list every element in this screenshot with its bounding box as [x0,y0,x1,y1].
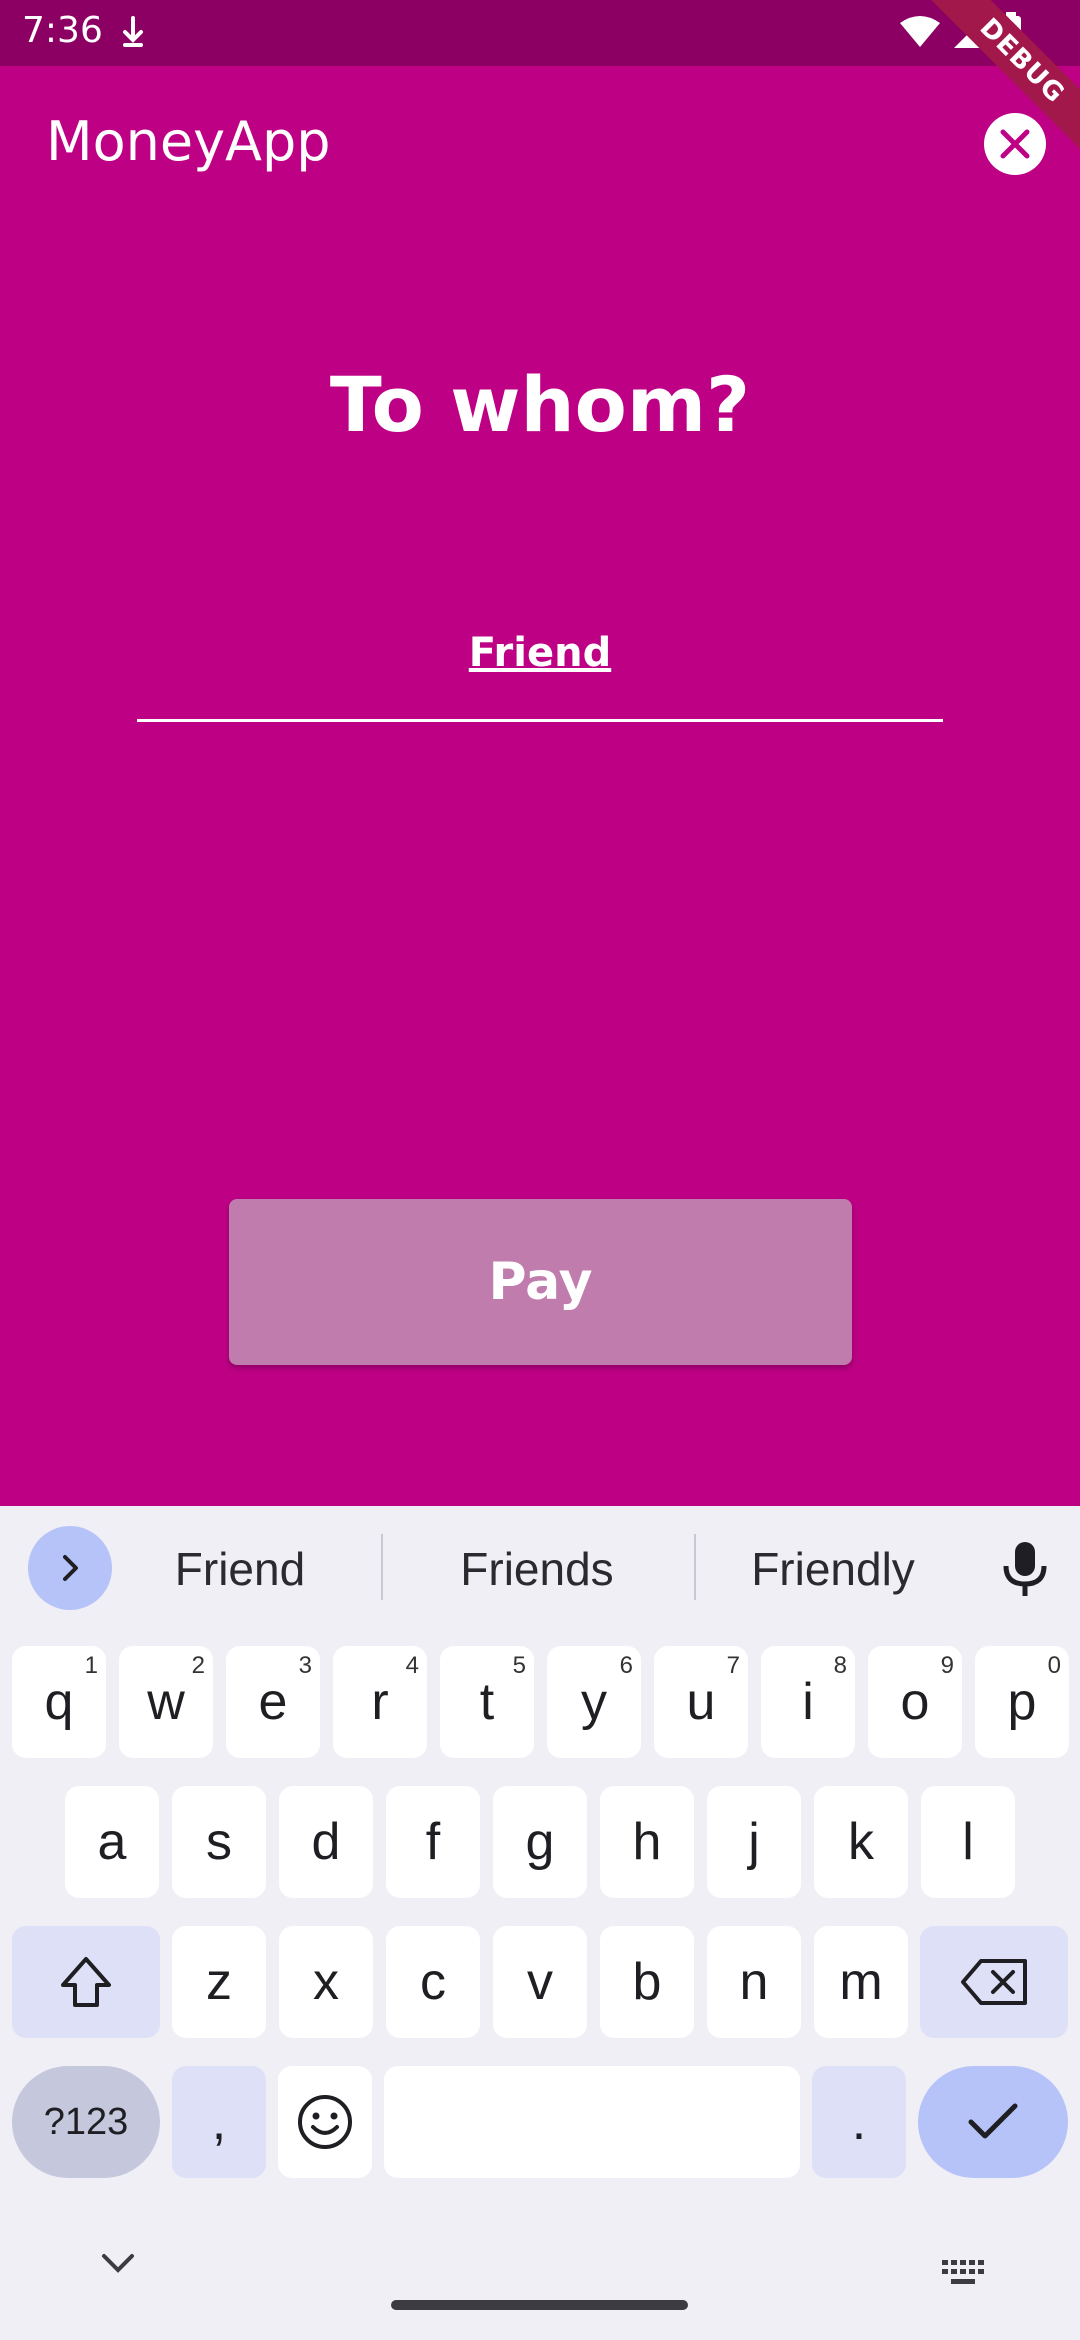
key-i[interactable]: i8 [761,1646,855,1758]
soft-keyboard: Friend Friends Friendly q1w2e3r4t5y6u7i8… [0,1506,1080,2340]
key-label: x [313,1953,339,2011]
space-key[interactable] [384,2066,800,2178]
shift-icon [61,1957,111,2007]
key-label: h [632,1813,662,1871]
recipient-input[interactable]: Friend [137,616,943,722]
recipient-input-value: Friend [468,630,612,676]
key-hint: 1 [84,1652,98,1679]
key-b[interactable]: b [600,1926,694,2038]
key-label: f [425,1813,441,1871]
pay-button[interactable]: Pay [229,1199,852,1365]
emoji-icon [298,2095,352,2149]
key-label: w [147,1673,185,1731]
suggestion-divider [381,1534,383,1600]
key-hint: 0 [1047,1652,1061,1679]
done-key[interactable] [918,2066,1068,2178]
symbols-key[interactable]: ?123 [12,2066,160,2178]
key-hint: 4 [405,1652,419,1679]
comma-key[interactable]: , [172,2066,266,2178]
key-label: y [581,1673,607,1731]
key-z[interactable]: z [172,1926,266,2038]
key-hint: 9 [940,1652,954,1679]
key-hint: 6 [619,1652,633,1679]
status-bar: 7:36 [0,0,1080,66]
key-q[interactable]: q1 [12,1646,106,1758]
page-heading: To whom? [329,360,751,449]
key-g[interactable]: g [493,1786,587,1898]
key-label: k [848,1813,874,1871]
backspace-icon [961,1959,1027,2005]
key-a[interactable]: a [65,1786,159,1898]
app-title: MoneyApp [46,110,331,173]
home-indicator[interactable] [391,2300,688,2310]
key-label: d [311,1813,341,1871]
key-label: s [206,1813,232,1871]
key-y[interactable]: y6 [547,1646,641,1758]
key-label: q [44,1673,74,1731]
key-v[interactable]: v [493,1926,587,2038]
key-label: m [839,1953,883,2011]
close-button[interactable] [984,113,1046,175]
key-label: t [479,1673,495,1731]
key-x[interactable]: x [279,1926,373,2038]
key-label: r [371,1673,389,1731]
key-label: l [962,1813,974,1871]
key-label: u [686,1673,716,1731]
key-r[interactable]: r4 [333,1646,427,1758]
key-hint: 2 [191,1652,205,1679]
key-f[interactable]: f [386,1786,480,1898]
chevron-right-icon [63,1555,78,1581]
key-hint: 5 [512,1652,526,1679]
key-c[interactable]: c [386,1926,480,2038]
shift-key[interactable] [12,1926,160,2038]
key-label: i [802,1673,814,1731]
key-n[interactable]: n [707,1926,801,2038]
key-label: a [97,1813,127,1871]
key-label: p [1007,1673,1037,1731]
key-hint: 7 [726,1652,740,1679]
key-m[interactable]: m [814,1926,908,2038]
key-hint: 8 [833,1652,847,1679]
status-time: 7:36 [22,10,103,51]
key-label: v [527,1953,553,2011]
microphone-icon[interactable] [1000,1540,1050,1598]
suggestion-expand-button[interactable] [28,1526,112,1610]
period-key[interactable]: . [812,2066,906,2178]
key-label: c [420,1953,446,2011]
hide-keyboard-icon[interactable] [98,2250,138,2276]
key-l[interactable]: l [921,1786,1015,1898]
key-t[interactable]: t5 [440,1646,534,1758]
key-p[interactable]: p0 [975,1646,1069,1758]
key-label: g [525,1813,555,1871]
keyboard-switch-icon[interactable] [940,2258,986,2288]
key-k[interactable]: k [814,1786,908,1898]
key-label: j [748,1813,760,1871]
key-h[interactable]: h [600,1786,694,1898]
key-w[interactable]: w2 [119,1646,213,1758]
suggestion-2[interactable]: Friends [430,1542,644,1596]
key-o[interactable]: o9 [868,1646,962,1758]
key-label: z [206,1953,232,2011]
key-j[interactable]: j [707,1786,801,1898]
wifi-icon [900,16,940,47]
key-d[interactable]: d [279,1786,373,1898]
key-label: n [739,1953,769,2011]
suggestion-3[interactable]: Friendly [728,1542,938,1596]
suggestion-1[interactable]: Friend [140,1542,340,1596]
key-label: b [632,1953,662,2011]
suggestion-divider [694,1534,696,1600]
key-u[interactable]: u7 [654,1646,748,1758]
key-e[interactable]: e3 [226,1646,320,1758]
key-s[interactable]: s [172,1786,266,1898]
close-icon [1000,129,1030,159]
key-label: e [258,1673,288,1731]
download-status-icon [123,16,143,47]
backspace-key[interactable] [920,1926,1068,2038]
emoji-key[interactable] [278,2066,372,2178]
checkmark-icon [968,2103,1018,2139]
key-hint: 3 [298,1652,312,1679]
key-label: o [900,1673,930,1731]
